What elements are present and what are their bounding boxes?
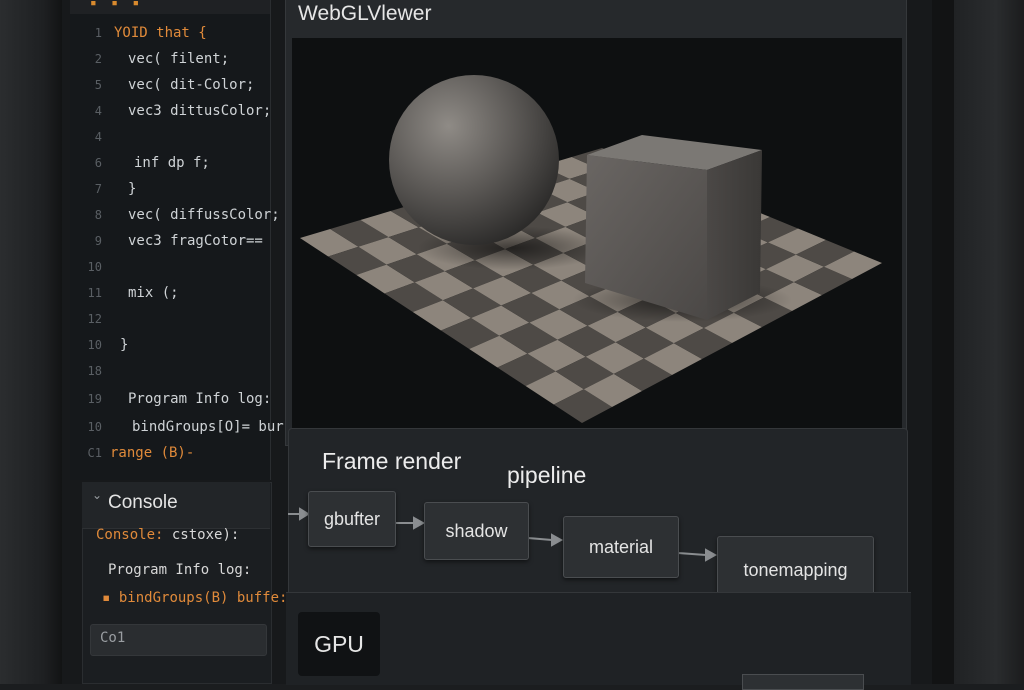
stage-shadow[interactable]: shadow xyxy=(424,502,529,560)
gpu-label: GPU xyxy=(298,612,380,676)
gpu-target-box xyxy=(742,674,864,690)
monitor-bezel-inner xyxy=(932,0,954,684)
stage-material[interactable]: material xyxy=(563,516,679,578)
monitor-bezel-right xyxy=(954,0,1024,684)
stage-gbuffer[interactable]: gbufter xyxy=(308,491,396,547)
